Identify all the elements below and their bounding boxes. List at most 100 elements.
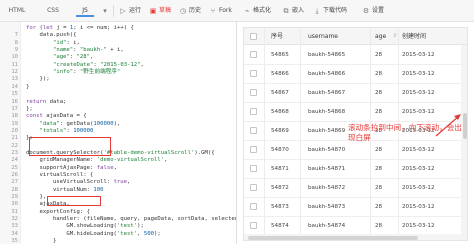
cell-username: baukh-54873 — [308, 204, 346, 210]
cell-index: 54872 — [271, 185, 289, 191]
toolbar-divider — [113, 5, 114, 17]
tab-css[interactable]: CSS — [44, 5, 62, 17]
column-header-age[interactable]: age — [375, 28, 386, 45]
embed-label: 嵌入 — [292, 7, 305, 14]
fork-icon: ⑂ — [210, 7, 216, 15]
row-checkbox[interactable] — [250, 146, 257, 153]
cell-index: 54870 — [271, 147, 289, 153]
tab-js[interactable]: JS — [76, 5, 94, 17]
column-header-create-date[interactable]: 创建时间 — [402, 28, 426, 45]
code-line: 35 } — [0, 237, 236, 244]
cell-index: 54874 — [271, 223, 289, 229]
cell-date: 2015-03-12 — [402, 223, 435, 229]
table-row[interactable]: 54867 baukh-54867 28 2015-03-12 — [244, 83, 467, 103]
table-row[interactable]: 54866 baukh-54866 28 2015-03-12 — [244, 64, 467, 84]
cell-age: 28 — [375, 147, 383, 153]
embed-icon: ⧉ — [283, 7, 289, 15]
column-divider — [300, 28, 301, 240]
cell-age: 28 — [375, 52, 383, 58]
fork-button[interactable]: ⑂ Fork — [209, 5, 232, 17]
virtual-scroll-table: 序号 username age ⇵ 创建时间 54865 baukh-54865 2… — [243, 27, 468, 241]
history-label: 历史 — [189, 7, 202, 14]
cell-index: 54873 — [271, 204, 289, 210]
tab-js-dropdown[interactable]: ▾ — [101, 5, 111, 17]
history-button[interactable]: ◷ 历史 — [179, 5, 201, 17]
cell-index: 54868 — [271, 109, 289, 115]
row-checkbox[interactable] — [250, 108, 257, 115]
save-draft-button[interactable]: ▣ 草稿 — [149, 5, 171, 17]
row-checkbox[interactable] — [250, 184, 257, 191]
format-button[interactable]: ⌁ 格式化 — [243, 5, 271, 17]
row-checkbox[interactable] — [250, 89, 257, 96]
cell-date: 2015-03-12 — [402, 166, 435, 172]
horizontal-scrollbar[interactable] — [244, 234, 461, 240]
cell-username: baukh-54872 — [308, 185, 346, 191]
tab-html[interactable]: HTML — [6, 5, 28, 17]
virtualnum-highlight-box — [47, 196, 101, 206]
table-row[interactable]: 54873 baukh-54873 28 2015-03-12 — [244, 197, 467, 217]
row-checkbox[interactable] — [250, 203, 257, 210]
download-code-button[interactable]: ⤓ 下载代码 — [313, 5, 347, 17]
cell-date: 2015-03-12 — [402, 71, 435, 77]
row-checkbox[interactable] — [250, 165, 257, 172]
code-editor[interactable]: for (let j = 1; i <= num; i++) {7 data.p… — [0, 22, 237, 244]
cell-index: 54865 — [271, 52, 289, 58]
cell-date: 2015-03-12 — [402, 109, 435, 115]
row-checkbox[interactable] — [250, 51, 257, 58]
cell-date: 2015-03-12 — [402, 147, 435, 153]
run-label: 运行 — [129, 7, 142, 14]
settings-button[interactable]: ⚙ 设置 — [362, 5, 384, 17]
save-icon: ▣ — [149, 7, 157, 15]
table-row[interactable]: 54865 baukh-54865 28 2015-03-12 — [244, 45, 467, 65]
cell-username: baukh-54866 — [308, 71, 346, 77]
cell-index: 54869 — [271, 128, 289, 134]
cell-age: 28 — [375, 185, 383, 191]
horizontal-scrollbar-thumb[interactable] — [248, 236, 418, 240]
row-checkbox[interactable] — [250, 70, 257, 77]
cell-date: 2015-03-12 — [402, 52, 435, 58]
cell-index: 54871 — [271, 166, 289, 172]
row-checkbox[interactable] — [250, 127, 257, 134]
play-icon: ▷ — [120, 7, 126, 15]
column-header-username[interactable]: username — [308, 28, 338, 45]
cell-index: 54866 — [271, 71, 289, 77]
toolbar: HTML CSS JS ▾ ▷ 运行 ▣ 草稿 ◷ 历史 ⑂ Fork ⌁ 格式化 ⧉ 嵌入… — [0, 0, 474, 22]
cell-date: 2015-03-12 — [402, 90, 435, 96]
table-row[interactable]: 54871 baukh-54871 28 2015-03-12 — [244, 159, 467, 179]
cell-username: baukh-54874 — [308, 223, 346, 229]
sort-icon[interactable]: ⇵ — [393, 28, 397, 45]
run-button[interactable]: ▷ 运行 — [119, 5, 141, 17]
format-icon: ⌁ — [244, 7, 250, 15]
gear-icon: ⚙ — [362, 7, 370, 15]
cell-age: 28 — [375, 71, 383, 77]
embed-button[interactable]: ⧉ 嵌入 — [282, 5, 305, 17]
cell-age: 28 — [375, 204, 383, 210]
column-header-index[interactable]: 序号 — [271, 28, 283, 45]
cell-username: baukh-54865 — [308, 52, 346, 58]
chevron-down-icon: ▾ — [103, 7, 107, 15]
cell-username: baukh-54871 — [308, 166, 346, 172]
cell-username: baukh-54867 — [308, 90, 346, 96]
line-number: 35 — [11, 238, 18, 244]
cell-date: 2015-03-12 — [402, 185, 435, 191]
preview-pane: 序号 username age ⇵ 创建时间 54865 baukh-54865 2… — [238, 22, 474, 244]
cell-age: 28 — [375, 90, 383, 96]
settings-label: 设置 — [372, 7, 385, 14]
cell-username: baukh-54868 — [308, 109, 346, 115]
vertical-scrollbar[interactable] — [461, 45, 467, 240]
row-checkbox[interactable] — [250, 222, 257, 229]
table-header: 序号 username age ⇵ 创建时间 — [244, 28, 467, 45]
cell-index: 54867 — [271, 90, 289, 96]
format-label: 格式化 — [253, 7, 272, 14]
save-label: 草稿 — [159, 7, 172, 14]
code-text: } — [26, 238, 57, 244]
select-all-checkbox[interactable] — [250, 33, 257, 40]
table-row[interactable]: 54870 baukh-54870 28 2015-03-12 — [244, 140, 467, 160]
table-row[interactable]: 54874 baukh-54874 28 2015-03-12 — [244, 216, 467, 236]
table-row[interactable]: 54872 baukh-54872 28 2015-03-12 — [244, 178, 467, 198]
cell-age: 28 — [375, 109, 383, 115]
cell-date: 2015-03-12 — [402, 204, 435, 210]
annotation-note: 滚动条拉到中间，向下滚动，会出现白屏 — [348, 123, 462, 142]
fork-label: Fork — [219, 7, 232, 14]
cell-username: baukh-54870 — [308, 147, 346, 153]
